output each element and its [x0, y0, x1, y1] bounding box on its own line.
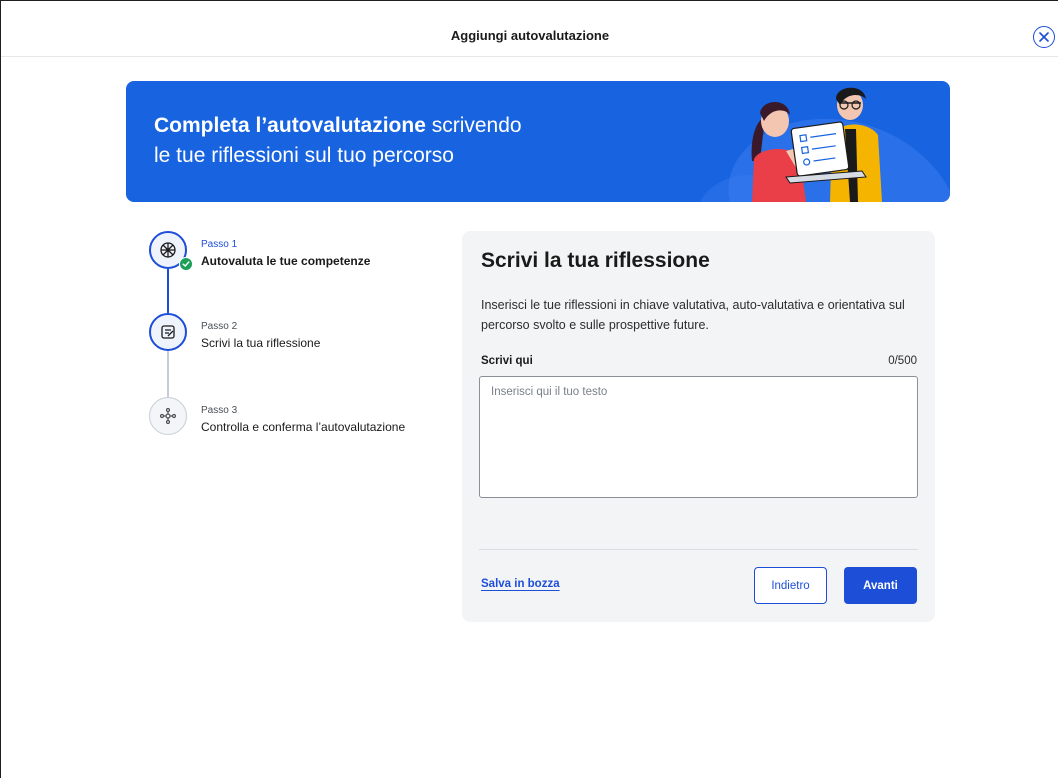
- close-icon: [1039, 32, 1049, 42]
- step-1-number: Passo 1: [201, 239, 238, 250]
- two-people-laptop-illustration: [700, 87, 950, 202]
- step-2-label: Scrivi la tua riflessione: [201, 336, 321, 350]
- step-2-number: Passo 2: [201, 321, 238, 332]
- banner-title: Completa l’autovalutazione scrivendo le …: [154, 111, 522, 171]
- step-connector-pending: [167, 351, 169, 399]
- step-2[interactable]: Passo 2 Scrivi la tua riflessione: [149, 313, 449, 353]
- hero-banner: Completa l’autovalutazione scrivendo le …: [126, 81, 950, 202]
- field-label: Scrivi qui: [481, 355, 533, 367]
- banner-title-rest: scrivendo: [425, 114, 522, 137]
- modal-header: Aggiungi autovalutazione: [1, 1, 1058, 57]
- form-description: Inserisci le tue riflessioni in chiave v…: [481, 298, 905, 332]
- edit-note-icon: [161, 325, 175, 339]
- completed-check-icon: [179, 257, 193, 271]
- back-button[interactable]: Indietro: [754, 567, 827, 604]
- step-2-circle: [149, 313, 187, 351]
- reflection-textarea[interactable]: [479, 376, 918, 498]
- modal-title: Aggiungi autovalutazione: [450, 28, 610, 43]
- step-3-label: Controlla e conferma l’autovalutazione: [201, 420, 406, 434]
- app-window: Aggiungi autovalutazione Completa l’auto…: [0, 0, 1058, 778]
- reflection-form-card: Scrivi la tua riflessione Inserisci le t…: [462, 231, 935, 622]
- step-1-label: Autovaluta le tue competenze: [201, 254, 371, 268]
- banner-title-bold: Completa l’autovalutazione: [154, 114, 426, 137]
- step-3-circle: [149, 397, 187, 435]
- step-3[interactable]: Passo 3 Controlla e conferma l’autovalut…: [149, 397, 449, 437]
- step-connector-completed: [167, 269, 169, 313]
- next-button[interactable]: Avanti: [844, 567, 917, 604]
- form-divider: [479, 549, 918, 550]
- close-button[interactable]: [1033, 26, 1055, 48]
- banner-title-line2: le tue riflessioni sul tuo percorso: [154, 144, 454, 167]
- form-title: Scrivi la tua riflessione: [481, 249, 710, 272]
- save-draft-link[interactable]: Salva in bozza: [481, 578, 560, 590]
- network-icon: [159, 407, 177, 425]
- step-1[interactable]: Passo 1 Autovaluta le tue competenze: [149, 231, 449, 271]
- character-counter: 0/500: [888, 355, 917, 367]
- compass-icon: [160, 242, 176, 258]
- step-3-number: Passo 3: [201, 405, 238, 416]
